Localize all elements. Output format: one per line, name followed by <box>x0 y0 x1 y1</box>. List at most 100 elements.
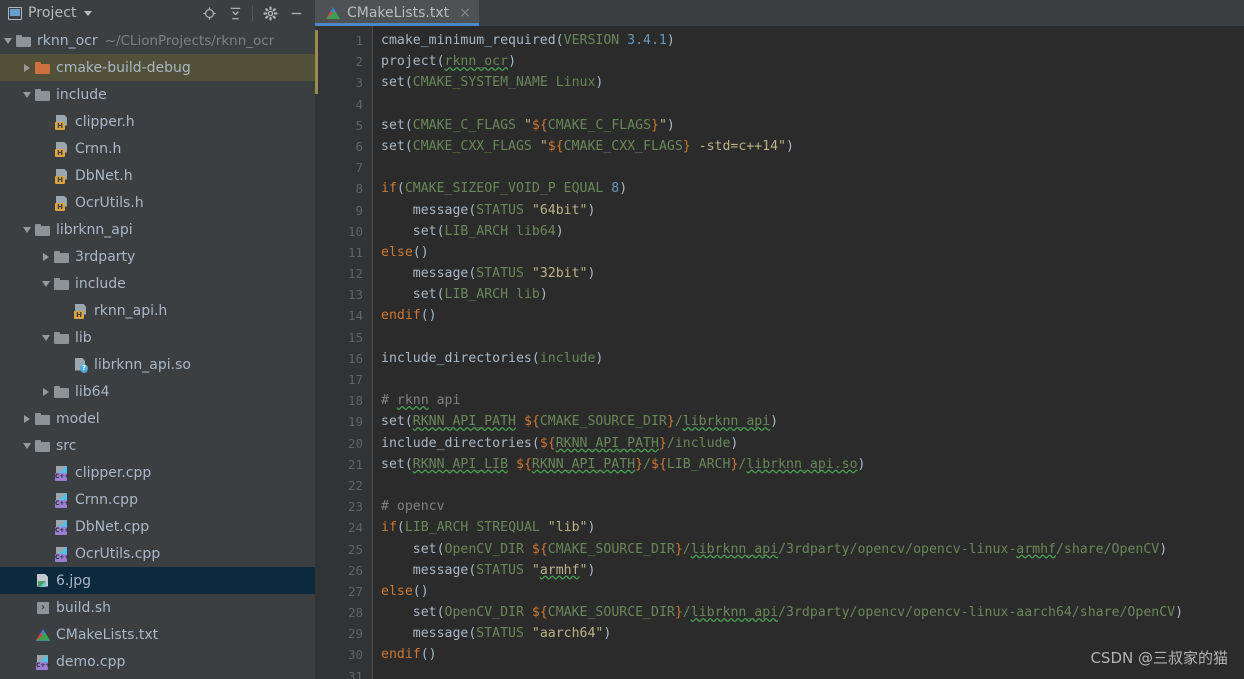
code-line[interactable]: include_directories(${RKNN_API_PATH}/inc… <box>381 433 1244 454</box>
tree-row-rknn-ocr[interactable]: rknn_ocr ~/CLionProjects/rknn_ocr <box>0 27 315 54</box>
so-icon <box>73 357 89 373</box>
chevron-right-icon[interactable] <box>38 378 54 405</box>
code-token: message <box>412 626 469 642</box>
chevron-down-icon[interactable] <box>19 432 35 459</box>
tree-row-3rdparty[interactable]: 3rdparty <box>0 243 315 270</box>
code-line[interactable]: endif() <box>381 644 1244 665</box>
code-line[interactable] <box>381 369 1244 390</box>
folder-icon <box>54 276 70 292</box>
code-line[interactable]: set(LIB_ARCH lib64) <box>381 221 1244 242</box>
code-line[interactable]: endif() <box>381 305 1244 326</box>
tree-row-ocrutils-cpp[interactable]: OcrUtils.cpp <box>0 540 315 567</box>
tree-row-include[interactable]: include <box>0 270 315 297</box>
chevron-right-icon[interactable] <box>19 54 35 81</box>
code-line[interactable]: set(OpenCV_DIR ${CMAKE_SOURCE_DIR}/librk… <box>381 602 1244 623</box>
code-line[interactable]: set(CMAKE_CXX_FLAGS "${CMAKE_CXX_FLAGS} … <box>381 136 1244 157</box>
tree-row-librknn-api-so[interactable]: librknn_api.so <box>0 351 315 378</box>
tree-row-ocrutils-h[interactable]: OcrUtils.h <box>0 189 315 216</box>
tree-row-rknn-api-h[interactable]: rknn_api.h <box>0 297 315 324</box>
tree-row-cmakelists-txt[interactable]: CMakeLists.txt <box>0 621 315 648</box>
tree-row-clipper-h[interactable]: clipper.h <box>0 108 315 135</box>
code-line[interactable]: if(CMAKE_SIZEOF_VOID_P EQUAL 8) <box>381 178 1244 199</box>
tree-row-src[interactable]: src <box>0 432 315 459</box>
code-line[interactable]: else() <box>381 581 1244 602</box>
code-content[interactable]: cmake_minimum_required(VERSION 3.4.1) pro… <box>373 26 1244 679</box>
code-line[interactable]: set(CMAKE_SYSTEM_NAME Linux) <box>381 72 1244 93</box>
code-line[interactable] <box>381 94 1244 115</box>
tree-row-dbnet-h[interactable]: DbNet.h <box>0 162 315 189</box>
code-line[interactable]: # opencv <box>381 496 1244 517</box>
tab-cmakelists[interactable]: CMakeLists.txt × <box>315 0 479 26</box>
tree-row-lib[interactable]: lib <box>0 324 315 351</box>
code-line[interactable] <box>381 157 1244 178</box>
tree-row-librknn-api[interactable]: librknn_api <box>0 216 315 243</box>
code-editor[interactable]: 1 2 3 4 5 6 7 8 9 10 11 12 13 14 15 16 17 18 19 20 21 22 23 24 2… <box>315 26 1244 679</box>
tree-row-include[interactable]: include <box>0 81 315 108</box>
code-line[interactable]: message(STATUS "64bit") <box>381 200 1244 221</box>
project-panel-title-button[interactable]: Project <box>8 5 92 21</box>
chevron-down-icon[interactable] <box>83 10 92 16</box>
code-line[interactable]: set(CMAKE_C_FLAGS "${CMAKE_C_FLAGS}") <box>381 115 1244 136</box>
code-line[interactable]: include_directories(include) <box>381 348 1244 369</box>
code-line[interactable]: set(OpenCV_DIR ${CMAKE_SOURCE_DIR}/librk… <box>381 539 1244 560</box>
code-token: ) <box>595 350 604 366</box>
code-line[interactable]: set(RKNN_API_PATH ${CMAKE_SOURCE_DIR}/li… <box>381 411 1244 432</box>
code-line[interactable]: if(LIB_ARCH STREQUAL "lib") <box>381 517 1244 538</box>
chevron-down-icon[interactable] <box>19 216 35 243</box>
project-file-tree[interactable]: rknn_ocr ~/CLionProjects/rknn_ocr cmake-bu… <box>0 26 315 679</box>
code-line[interactable]: cmake_minimum_required(VERSION 3.4.1) <box>381 30 1244 51</box>
code-line[interactable]: set(RKNN_API_LIB ${RKNN_API_PATH}/${LIB_… <box>381 454 1244 475</box>
gear-icon[interactable] <box>257 1 283 25</box>
chevron-down-icon[interactable] <box>38 324 54 351</box>
chevron-down-icon[interactable] <box>19 81 35 108</box>
collapse-all-icon[interactable] <box>222 1 248 25</box>
chevron-right-icon[interactable] <box>38 243 54 270</box>
code-line[interactable]: set(LIB_ARCH lib) <box>381 284 1244 305</box>
code-token: / <box>682 541 691 557</box>
code-line[interactable]: # rknn api <box>381 390 1244 411</box>
code-line[interactable]: project(rknn_ocr) <box>381 51 1244 72</box>
chevron-down-icon[interactable] <box>38 270 54 297</box>
tree-row-crnn-cpp[interactable]: Crnn.cpp <box>0 486 315 513</box>
tree-row-lib64[interactable]: lib64 <box>0 378 315 405</box>
tree-row-demo-cpp[interactable]: demo.cpp <box>0 648 315 675</box>
code-line[interactable] <box>381 475 1244 496</box>
code-token: CMAKE_SOURCE_DIR <box>547 605 675 621</box>
code-token: set <box>381 414 405 430</box>
code-line[interactable]: message(STATUS "armhf") <box>381 560 1244 581</box>
tree-row-dbnet-cpp[interactable]: DbNet.cpp <box>0 513 315 540</box>
tree-row-model[interactable]: model <box>0 405 315 432</box>
tree-row-clipper-cpp[interactable]: clipper.cpp <box>0 459 315 486</box>
code-line[interactable] <box>381 666 1244 679</box>
code-line[interactable]: else() <box>381 242 1244 263</box>
minimize-icon[interactable] <box>283 1 309 25</box>
code-line[interactable]: message(STATUS "aarch64") <box>381 623 1244 644</box>
code-line[interactable] <box>381 327 1244 348</box>
tree-row-build-sh[interactable]: build.sh <box>0 594 315 621</box>
tree-row-crnn-h[interactable]: Crnn.h <box>0 135 315 162</box>
chevron-right-icon[interactable] <box>19 405 35 432</box>
code-token: } <box>635 456 644 472</box>
tree-row-6-jpg[interactable]: 6.jpg <box>0 567 315 594</box>
chevron-down-icon[interactable] <box>0 27 16 54</box>
folder-icon <box>54 249 70 265</box>
line-number: 28 <box>347 605 363 621</box>
line-number: 24 <box>347 520 363 536</box>
code-token: lib64 <box>508 223 556 239</box>
code-token: set <box>412 287 437 303</box>
close-icon[interactable]: × <box>459 6 471 20</box>
line-number-gutter[interactable]: 1 2 3 4 5 6 7 8 9 10 11 12 13 14 15 16 17 18 19 20 21 22 23 24 2… <box>315 26 373 679</box>
scroll-from-source-icon[interactable] <box>196 1 222 25</box>
code-token: } <box>658 435 667 451</box>
code-token: STATUS <box>476 626 524 642</box>
code-line[interactable]: message(STATUS "32bit") <box>381 263 1244 284</box>
tree-item-label: rknn_api.h <box>94 302 168 319</box>
tree-row-cmake-build-debug[interactable]: cmake-build-debug <box>0 54 315 81</box>
code-token: } <box>651 117 659 133</box>
